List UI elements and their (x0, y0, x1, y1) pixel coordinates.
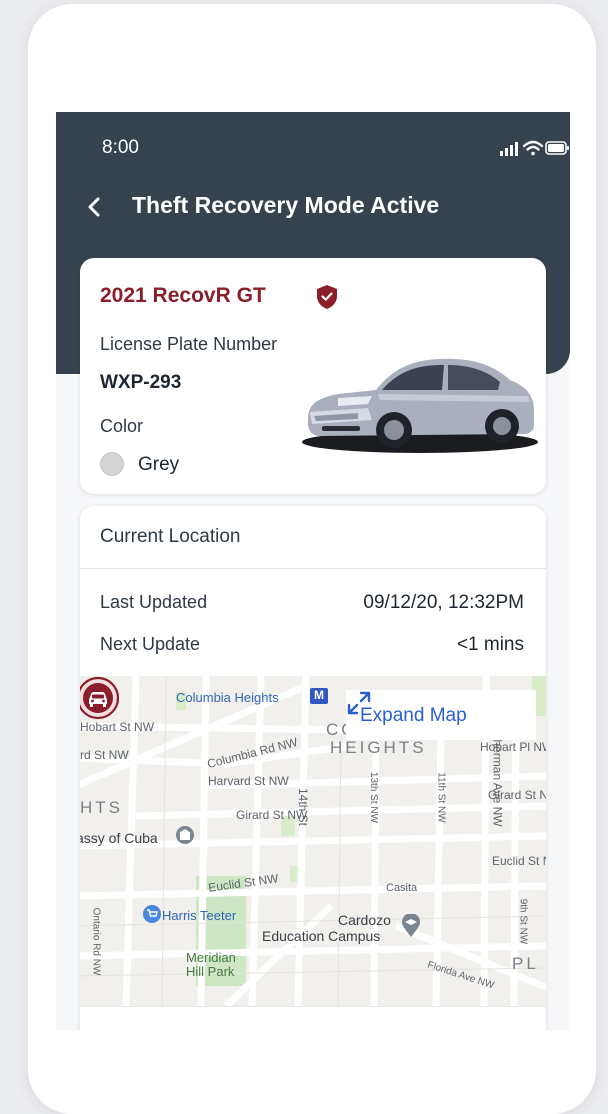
map-label-euclid-e: Euclid St NW (492, 854, 546, 868)
last-updated-value: 09/12/20, 12:32PM (363, 592, 524, 613)
vehicle-name: 2021 RecovR GT (100, 284, 266, 307)
map-label-9th: 9th St NW (517, 898, 529, 945)
expand-map-label: Expand Map (360, 705, 467, 726)
map-label-14th: 14th St (296, 787, 311, 827)
map-label-rd-st: rd St NW (80, 748, 129, 762)
car-location-marker-icon[interactable] (80, 676, 120, 720)
status-icons (500, 140, 569, 156)
battery-icon (545, 141, 569, 155)
map-label-ontario: Ontario Rd NW (90, 907, 102, 976)
metro-icon: M (310, 688, 328, 704)
app-screen: 8:00 Theft Recovery Mode Active 2021 Rec… (56, 112, 570, 1030)
plate-value: WXP-293 (100, 372, 182, 393)
current-location-card: Current Location Last Updated 09/12/20, … (80, 506, 546, 1030)
page-title: Theft Recovery Mode Active (132, 192, 440, 218)
expand-map-button[interactable]: Expand Map (346, 690, 536, 740)
chevron-left-icon (88, 197, 100, 217)
map-label-station: Columbia Heights (176, 690, 279, 705)
embassy-icon (176, 826, 194, 844)
map-label-harris-teeter: Harris Teeter (162, 908, 237, 923)
wifi-icon (522, 140, 544, 156)
expand-arrows-icon (347, 691, 371, 715)
plate-label: License Plate Number (100, 334, 278, 354)
map-label-pl: PL (512, 954, 539, 973)
divider (80, 568, 546, 569)
map-label-cardozo: Cardozo (338, 912, 391, 928)
map-footer (80, 1006, 546, 1030)
last-updated-label: Last Updated (100, 592, 208, 612)
next-update-label: Next Update (100, 634, 201, 654)
location-title: Current Location (100, 526, 241, 547)
map-label-13th: 13th St NW (368, 771, 380, 824)
map-label-11th: 11th St NW (435, 772, 447, 823)
map-label-embassy: assy of Cuba (80, 830, 158, 846)
school-pin-icon (402, 914, 420, 937)
map-label-harvard: Harvard St NW (208, 774, 289, 788)
phone-frame: 8:00 Theft Recovery Mode Active 2021 Rec… (28, 4, 596, 1114)
status-time: 8:00 (102, 137, 139, 158)
map-label-heights: HEIGHTS (330, 738, 427, 757)
map-label-hill-park: Hill Park (186, 964, 235, 979)
color-label: Color (100, 416, 144, 436)
color-value: Grey (138, 454, 180, 475)
vehicle-card: 2021 RecovR GT License Plate Number WXP-… (80, 258, 546, 494)
map-label-hobart: Hobart St NW (80, 720, 155, 734)
map-label-casita: Casita (386, 882, 418, 894)
next-update-value: <1 mins (456, 634, 524, 655)
color-swatch (100, 452, 124, 476)
location-map[interactable]: Columbia Heights M Hobart St NW rd St NW… (80, 676, 546, 1006)
map-label-hts: HTS (80, 798, 123, 817)
cellular-signal-icon (500, 142, 518, 156)
back-button[interactable] (82, 192, 110, 222)
shopping-cart-icon (143, 905, 161, 923)
map-label-education-campus: Education Campus (262, 928, 381, 944)
car-image (302, 358, 538, 453)
shield-check-icon (317, 285, 337, 309)
map-label-meridian: Meridian (186, 950, 236, 965)
map-label-sherman: Sherman Ave NW (490, 731, 505, 827)
